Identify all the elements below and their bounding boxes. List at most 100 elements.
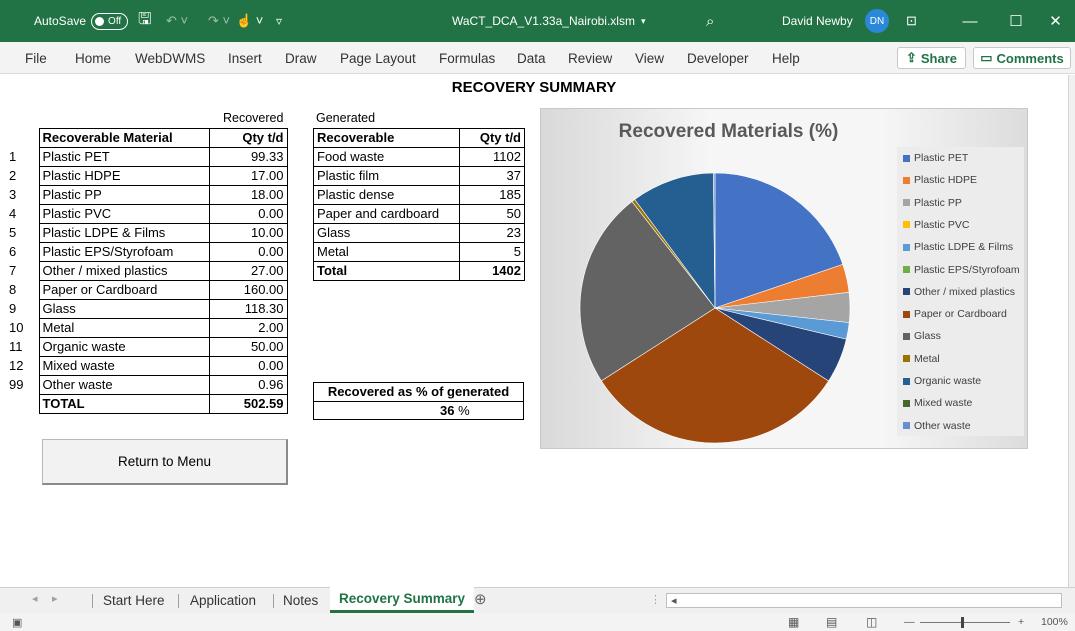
material-name[interactable]: Plastic PP — [38, 185, 210, 205]
ribbon-tab-view[interactable]: View — [635, 42, 664, 74]
worksheet[interactable]: RECOVERY SUMMARY Recovered Generated Rec… — [0, 75, 1068, 587]
material-qty[interactable]: 17.00 — [208, 166, 288, 186]
material-qty[interactable]: 0.00 — [208, 204, 288, 224]
zoom-out-icon[interactable]: — — [904, 613, 915, 631]
material-name[interactable]: Plastic PET — [38, 147, 210, 167]
material-name[interactable]: Paper or Cardboard — [38, 280, 210, 300]
macro-record-icon[interactable]: ▣ — [12, 613, 22, 631]
zoom-in-icon[interactable]: + — [1018, 613, 1024, 631]
tab-notes[interactable]: Notes — [274, 588, 327, 613]
legend-item[interactable]: Metal — [903, 353, 940, 365]
legend-item[interactable]: Plastic PVC — [903, 219, 969, 231]
maximize-icon[interactable]: ☐ — [993, 0, 1039, 42]
generated-name[interactable]: Glass — [313, 223, 460, 243]
ribbon-tab-review[interactable]: Review — [568, 42, 612, 74]
zoom-level[interactable]: 100% — [1041, 613, 1068, 631]
autosave-toggle[interactable]: Off — [91, 12, 129, 30]
generated-qty[interactable]: 37 — [459, 166, 525, 186]
search-icon[interactable]: ⌕ — [706, 0, 714, 42]
generated-qty[interactable]: 1102 — [459, 147, 525, 167]
legend-item[interactable]: Mixed waste — [903, 397, 972, 409]
share-button[interactable]: ⇪ Share — [897, 47, 966, 69]
autosave-control[interactable]: AutoSave Off — [34, 0, 129, 42]
undo-icon[interactable]: ↶ ˅ — [166, 0, 188, 42]
generated-name[interactable]: Paper and cardboard — [313, 204, 460, 224]
vertical-scrollbar[interactable] — [1068, 75, 1075, 587]
return-to-menu-button[interactable]: Return to Menu — [42, 439, 288, 485]
material-name[interactable]: Plastic EPS/Styrofoam — [38, 242, 210, 262]
ribbon-tab-data[interactable]: Data — [517, 42, 546, 74]
comments-button[interactable]: ▭ Comments — [973, 47, 1071, 69]
legend-item[interactable]: Plastic PP — [903, 197, 962, 209]
page-break-view-icon[interactable]: ◫ — [866, 613, 877, 631]
legend-item[interactable]: Glass — [903, 330, 941, 342]
material-name[interactable]: Other waste — [38, 375, 210, 395]
total-value[interactable]: 502.59 — [208, 394, 288, 414]
ribbon-tab-webdwms[interactable]: WebDWMS — [135, 42, 205, 74]
material-qty[interactable]: 160.00 — [208, 280, 288, 300]
ribbon-display-icon[interactable]: ⊡ — [906, 0, 917, 42]
save-icon[interactable]: 🖫 — [138, 0, 152, 42]
material-name[interactable]: Plastic PVC — [38, 204, 210, 224]
horizontal-scrollbar[interactable] — [666, 593, 1062, 608]
material-name[interactable]: Glass — [38, 299, 210, 319]
generated-qty[interactable]: 185 — [459, 185, 525, 205]
legend-item[interactable]: Plastic PET — [903, 152, 968, 164]
tab-recovery-summary[interactable]: Recovery Summary — [330, 587, 475, 613]
add-sheet-icon[interactable]: ⊕ — [474, 590, 487, 608]
material-qty[interactable]: 0.00 — [208, 242, 288, 262]
tab-application[interactable]: Application — [181, 588, 265, 613]
scroll-left-icon[interactable]: ◂ — [671, 594, 677, 607]
material-name[interactable]: Plastic HDPE — [38, 166, 210, 186]
material-name[interactable]: Metal — [38, 318, 210, 338]
ribbon-tab-insert[interactable]: Insert — [228, 42, 262, 74]
minimize-icon[interactable]: — — [947, 0, 993, 42]
normal-view-icon[interactable]: ▦ — [788, 613, 799, 631]
generated-name[interactable]: Plastic dense — [313, 185, 460, 205]
ribbon-tab-draw[interactable]: Draw — [285, 42, 317, 74]
customize-toolbar-icon[interactable]: ▿ — [276, 0, 282, 42]
tab-start-here[interactable]: Start Here — [94, 588, 174, 613]
material-name[interactable]: Plastic LDPE & Films — [38, 223, 210, 243]
generated-qty[interactable]: 5 — [459, 242, 525, 262]
close-icon[interactable]: ✕ — [1036, 0, 1075, 42]
avatar[interactable]: DN — [865, 0, 889, 42]
ribbon-tab-formulas[interactable]: Formulas — [439, 42, 495, 74]
material-qty[interactable]: 10.00 — [208, 223, 288, 243]
zoom-slider[interactable] — [920, 613, 1010, 631]
tab-splitter-icon[interactable]: ⋮ — [650, 593, 661, 606]
page-layout-view-icon[interactable]: ▤ — [826, 613, 837, 631]
generated-name[interactable]: Plastic film — [313, 166, 460, 186]
user-name[interactable]: David Newby — [782, 0, 853, 42]
material-name[interactable]: Organic waste — [38, 337, 210, 357]
generated-qty[interactable]: 50 — [459, 204, 525, 224]
material-qty[interactable]: 2.00 — [208, 318, 288, 338]
ribbon-tab-developer[interactable]: Developer — [687, 42, 749, 74]
ribbon-tab-page-layout[interactable]: Page Layout — [340, 42, 416, 74]
material-name[interactable]: Other / mixed plastics — [38, 261, 210, 281]
material-qty[interactable]: 27.00 — [208, 261, 288, 281]
legend-item[interactable]: Paper or Cardboard — [903, 308, 1007, 320]
material-qty[interactable]: 0.00 — [208, 356, 288, 376]
prev-sheet-arrow-icon[interactable]: ◂ — [32, 592, 38, 605]
file-name[interactable]: WaCT_DCA_V1.33a_Nairobi.xlsm ▾ — [452, 0, 645, 42]
material-name[interactable]: Mixed waste — [38, 356, 210, 376]
legend-item[interactable]: Plastic EPS/Styrofoam — [903, 264, 1020, 276]
generated-name[interactable]: Food waste — [313, 147, 460, 167]
ribbon-tab-file[interactable]: File — [25, 42, 47, 74]
legend-item[interactable]: Plastic LDPE & Films — [903, 241, 1013, 253]
material-qty[interactable]: 118.30 — [208, 299, 288, 319]
pie-chart[interactable]: Recovered Materials (%) Plastic PET Plast… — [540, 108, 1028, 449]
legend-item[interactable]: Organic waste — [903, 375, 981, 387]
generated-qty[interactable]: 23 — [459, 223, 525, 243]
legend-item[interactable]: Other / mixed plastics — [903, 286, 1015, 298]
ribbon-tab-help[interactable]: Help — [772, 42, 800, 74]
redo-icon[interactable]: ↷ ˅ — [208, 0, 230, 42]
generated-total-value[interactable]: 1402 — [459, 261, 525, 281]
legend-item[interactable]: Other waste — [903, 420, 971, 432]
generated-name[interactable]: Metal — [313, 242, 460, 262]
material-qty[interactable]: 18.00 — [208, 185, 288, 205]
next-sheet-arrow-icon[interactable]: ▸ — [52, 592, 58, 605]
ribbon-tab-home[interactable]: Home — [75, 42, 111, 74]
material-qty[interactable]: 50.00 — [208, 337, 288, 357]
